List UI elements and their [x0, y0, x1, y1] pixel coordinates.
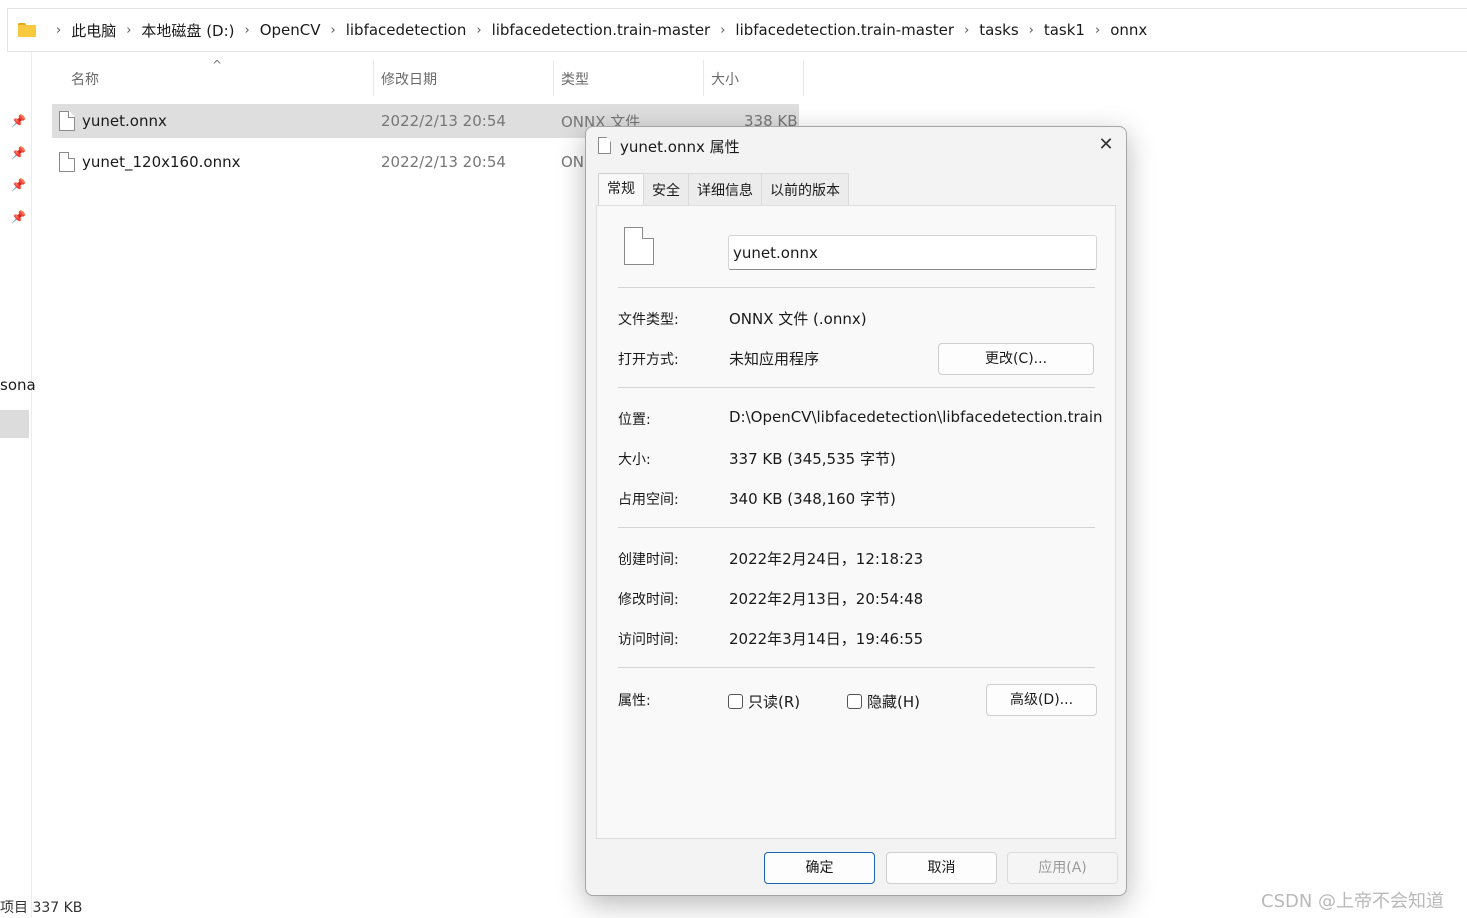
- file-name: yunet.onnx: [82, 112, 167, 130]
- folder-icon: [18, 23, 36, 37]
- column-header-date[interactable]: 修改日期: [381, 62, 551, 96]
- chevron-right-icon[interactable]: ›: [126, 23, 131, 38]
- close-button[interactable]: ✕: [1092, 133, 1120, 157]
- pin-icon[interactable]: 📌: [11, 114, 26, 128]
- file-icon: [59, 152, 75, 172]
- modified-label: 修改时间:: [618, 592, 679, 608]
- filename-input[interactable]: [728, 235, 1097, 270]
- properties-dialog: yunet.onnx 属性 ✕ 常规 安全 详细信息 以前的版本 文件类型: O…: [585, 126, 1127, 896]
- divider: [618, 527, 1095, 528]
- breadcrumb-item[interactable]: 此电脑: [71, 20, 116, 41]
- checkbox-icon[interactable]: [728, 694, 743, 709]
- checkbox-icon[interactable]: [847, 694, 862, 709]
- column-divider[interactable]: [553, 60, 554, 96]
- chevron-right-icon[interactable]: ›: [331, 23, 336, 38]
- readonly-label: 只读(R): [748, 693, 801, 711]
- attributes-label: 属性:: [618, 693, 651, 709]
- location-label: 位置:: [618, 412, 651, 428]
- column-header-label: 修改日期: [381, 72, 437, 88]
- chevron-right-icon[interactable]: ›: [56, 23, 61, 38]
- nav-item-selected[interactable]: [0, 410, 29, 438]
- divider: [618, 667, 1095, 668]
- chevron-right-icon[interactable]: ›: [1029, 23, 1034, 38]
- file-icon: [624, 227, 654, 265]
- tab-security[interactable]: 安全: [643, 173, 689, 205]
- breadcrumb-item[interactable]: 本地磁盘 (D:): [141, 20, 234, 41]
- general-panel: 文件类型: ONNX 文件 (.onnx) 打开方式: 未知应用程序 更改(C)…: [596, 205, 1116, 839]
- file-date: 2022/2/13 20:54: [381, 153, 506, 171]
- status-bar-text: 项目 337 KB: [0, 900, 83, 916]
- change-button[interactable]: 更改(C)...: [938, 343, 1094, 375]
- tab-bar: 常规 安全 详细信息 以前的版本: [598, 173, 849, 206]
- file-date: 2022/2/13 20:54: [381, 112, 506, 130]
- navigation-pane: 📌 📌 📌 📌: [0, 52, 32, 918]
- chevron-right-icon[interactable]: ›: [720, 23, 725, 38]
- pin-icon[interactable]: 📌: [11, 210, 26, 224]
- breadcrumb-item[interactable]: OpenCV: [260, 21, 321, 39]
- file-name: yunet_120x160.onnx: [82, 153, 241, 171]
- chevron-right-icon[interactable]: ›: [245, 23, 250, 38]
- pin-icon[interactable]: 📌: [11, 146, 26, 160]
- breadcrumb-item[interactable]: libfacedetection.train-master: [492, 21, 711, 39]
- breadcrumb-item[interactable]: onnx: [1110, 21, 1147, 39]
- file-icon: [59, 111, 75, 131]
- chevron-right-icon[interactable]: ›: [476, 23, 481, 38]
- column-header-label: 名称: [71, 72, 99, 88]
- ok-button[interactable]: 确定: [764, 852, 875, 884]
- column-header-label: 大小: [711, 72, 739, 88]
- tab-details[interactable]: 详细信息: [688, 173, 762, 205]
- watermark: CSDN @上帝不会知道: [1261, 891, 1445, 912]
- open-with-label: 打开方式:: [618, 352, 679, 368]
- dialog-title: yunet.onnx 属性: [620, 138, 740, 156]
- column-header-name[interactable]: 名称: [71, 62, 371, 96]
- modified-value: 2022年2月13日，20:54:48: [729, 590, 924, 608]
- column-header-type[interactable]: 类型: [561, 62, 701, 96]
- breadcrumb-item[interactable]: libfacedetection: [346, 21, 467, 39]
- column-divider[interactable]: [803, 60, 804, 96]
- tab-previous-versions[interactable]: 以前的版本: [761, 173, 849, 205]
- breadcrumb-item[interactable]: task1: [1044, 21, 1085, 39]
- created-value: 2022年2月24日，12:18:23: [729, 550, 924, 568]
- column-divider[interactable]: [703, 60, 704, 96]
- breadcrumb-item[interactable]: libfacedetection.train-master: [735, 21, 954, 39]
- open-with-value: 未知应用程序: [729, 350, 820, 368]
- column-header-size[interactable]: 大小: [711, 62, 801, 96]
- tab-general[interactable]: 常规: [598, 173, 644, 206]
- size-label: 大小:: [618, 452, 651, 468]
- file-type-value: ONNX 文件 (.onnx): [729, 310, 867, 328]
- divider: [618, 387, 1095, 388]
- cancel-button[interactable]: 取消: [886, 852, 997, 884]
- file-type-label: 文件类型:: [618, 312, 679, 328]
- size-value: 337 KB (345,535 字节): [729, 450, 896, 468]
- disk-size-value: 340 KB (348,160 字节): [729, 490, 896, 508]
- accessed-label: 访问时间:: [618, 632, 679, 648]
- disk-size-label: 占用空间:: [618, 492, 679, 508]
- column-divider[interactable]: [373, 60, 374, 96]
- nav-item-label[interactable]: sona: [0, 376, 36, 394]
- address-bar[interactable]: › 此电脑 › 本地磁盘 (D:) › OpenCV › libfacedete…: [7, 8, 1467, 52]
- apply-button[interactable]: 应用(A): [1007, 852, 1118, 884]
- pin-icon[interactable]: 📌: [11, 178, 26, 192]
- accessed-value: 2022年3月14日，19:46:55: [729, 630, 924, 648]
- hidden-checkbox[interactable]: 隐藏(H): [847, 691, 920, 712]
- advanced-button[interactable]: 高级(D)...: [986, 684, 1097, 716]
- column-header-label: 类型: [561, 72, 589, 88]
- divider: [618, 287, 1095, 288]
- hidden-label: 隐藏(H): [867, 693, 920, 711]
- created-label: 创建时间:: [618, 552, 679, 568]
- breadcrumb-item[interactable]: tasks: [979, 21, 1018, 39]
- chevron-right-icon[interactable]: ›: [964, 23, 969, 38]
- file-icon: [598, 137, 611, 154]
- readonly-checkbox[interactable]: 只读(R): [728, 691, 800, 712]
- location-value: D:\OpenCV\libfacedetection\libfacedetect…: [729, 408, 1103, 426]
- chevron-right-icon[interactable]: ›: [1095, 23, 1100, 38]
- file-type: ON: [561, 153, 585, 171]
